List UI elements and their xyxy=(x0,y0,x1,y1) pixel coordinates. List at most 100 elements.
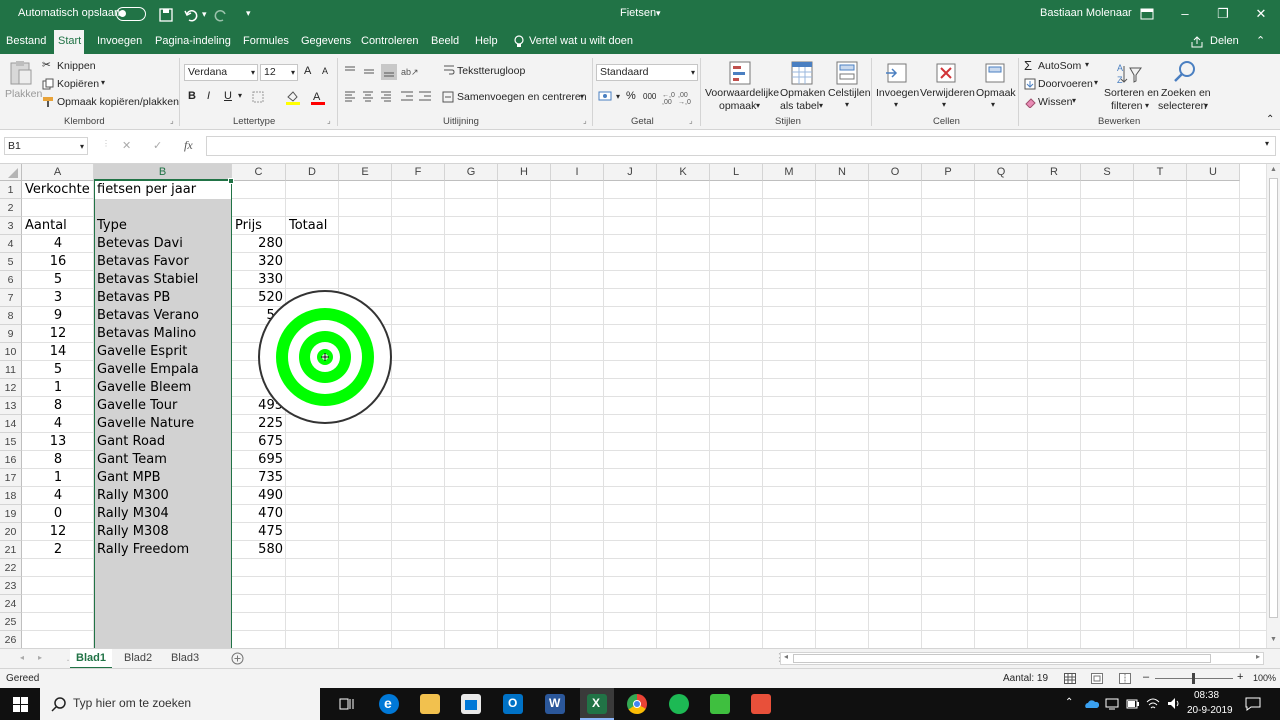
cell-b6[interactable]: Betavas Stabiel xyxy=(97,271,198,289)
wrap-text-icon[interactable] xyxy=(443,64,455,76)
worksheet-grid[interactable]: ABCDEFGHIJKLMNOPQRSTU 1 2 3 4 5 6 7 8 9 10 11 12 13 1… xyxy=(0,164,1266,648)
cell-c17[interactable]: 735 xyxy=(232,469,283,487)
autosave-toggle[interactable] xyxy=(116,7,146,21)
cell-b1[interactable]: fietsen per jaar xyxy=(97,181,196,199)
row-header-25[interactable]: 25 xyxy=(0,613,22,631)
row-header-20[interactable]: 20 xyxy=(0,523,22,541)
column-header-r[interactable]: R xyxy=(1028,164,1081,181)
accounting-dropdown-icon[interactable]: ▾ xyxy=(616,92,620,101)
conditional-formatting-icon[interactable] xyxy=(728,60,754,86)
column-header-n[interactable]: N xyxy=(816,164,869,181)
undo-dropdown-icon[interactable]: ▾ xyxy=(202,9,207,20)
title-caret-icon[interactable]: ▾ xyxy=(656,8,661,19)
sort-filter-button[interactable]: Sorteren en xyxy=(1104,87,1159,99)
ribbon-display-options-icon[interactable] xyxy=(1140,8,1154,20)
format-as-table-icon[interactable] xyxy=(790,60,816,86)
cell-b14[interactable]: Gavelle Nature xyxy=(97,415,194,433)
find-select-icon[interactable] xyxy=(1172,59,1198,85)
cut-button[interactable]: Knippen xyxy=(57,60,96,72)
cell-a3-header[interactable]: Aantal xyxy=(25,217,67,235)
tab-controleren[interactable]: Controleren xyxy=(357,30,422,54)
cell-b3-header[interactable]: Type xyxy=(97,217,127,235)
user-name[interactable]: Bastiaan Molenaar xyxy=(1040,7,1132,19)
cell-a6[interactable]: 5 xyxy=(22,271,94,289)
row-header-5[interactable]: 5 xyxy=(0,253,22,271)
cell-a15[interactable]: 13 xyxy=(22,433,94,451)
fill-color-icon[interactable] xyxy=(285,89,301,105)
cell-a18[interactable]: 4 xyxy=(22,487,94,505)
cell-a19[interactable]: 0 xyxy=(22,505,94,523)
column-header-t[interactable]: T xyxy=(1134,164,1187,181)
row-header-19[interactable]: 19 xyxy=(0,505,22,523)
row-header-14[interactable]: 14 xyxy=(0,415,22,433)
font-name-dropdown[interactable]: Verdana ▾ xyxy=(184,64,258,81)
row-header-21[interactable]: 21 xyxy=(0,541,22,559)
share-button[interactable]: Delen xyxy=(1206,30,1243,54)
tab-bestand[interactable]: Bestand xyxy=(2,30,50,54)
cell-b20[interactable]: Rally M308 xyxy=(97,523,169,541)
paste-label[interactable]: Plakken xyxy=(5,88,42,100)
wifi-icon[interactable] xyxy=(1146,697,1160,710)
horizontal-align-icons[interactable] xyxy=(343,90,433,104)
row-header-3[interactable]: 3 xyxy=(0,217,22,235)
clipboard-launcher-icon[interactable]: ⌟ xyxy=(170,116,174,125)
sort-dropdown-icon[interactable]: ▾ xyxy=(1145,101,1149,110)
select-all-corner[interactable] xyxy=(0,164,22,181)
column-header-g[interactable]: G xyxy=(445,164,498,181)
cell-b21[interactable]: Rally Freedom xyxy=(97,541,189,559)
tab-beeld[interactable]: Beeld xyxy=(427,30,463,54)
copy-icon[interactable] xyxy=(42,78,54,90)
cell-styles-dropdown-icon[interactable]: ▾ xyxy=(845,100,849,109)
row-header-9[interactable]: 9 xyxy=(0,325,22,343)
cell-a8[interactable]: 9 xyxy=(22,307,94,325)
chrome-icon[interactable] xyxy=(627,694,647,714)
page-layout-view-icon[interactable] xyxy=(1091,673,1103,684)
taskbar-date[interactable]: 20-9-2019 xyxy=(1187,705,1233,716)
outlook-icon[interactable]: O xyxy=(503,694,523,714)
format-as-table-button[interactable]: Opmaken xyxy=(780,87,826,99)
conditional-dropdown-icon[interactable]: ▾ xyxy=(756,101,760,110)
column-header-m[interactable]: M xyxy=(763,164,816,181)
vertical-scroll-thumb[interactable] xyxy=(1269,178,1278,618)
clear-icon[interactable] xyxy=(1024,96,1036,108)
copy-button[interactable]: Kopiëren xyxy=(57,78,99,90)
tell-me-search[interactable]: Vertel wat u wilt doen xyxy=(525,30,637,54)
cell-c15[interactable]: 675 xyxy=(232,433,283,451)
sheet-tab-blad2[interactable]: Blad2 xyxy=(118,649,158,669)
cell-b18[interactable]: Rally M300 xyxy=(97,487,169,505)
cell-b5[interactable]: Betavas Favor xyxy=(97,253,189,271)
decimal-buttons-icon[interactable]: ←,0,00,00→,0 xyxy=(661,89,693,105)
italic-button[interactable]: I xyxy=(207,90,210,102)
borders-icon[interactable] xyxy=(252,91,268,103)
row-header-26[interactable]: 26 xyxy=(0,631,22,648)
cell-b19[interactable]: Rally M304 xyxy=(97,505,169,523)
row-header-17[interactable]: 17 xyxy=(0,469,22,487)
camtasia-green-icon[interactable] xyxy=(710,694,730,714)
row-header-11[interactable]: 11 xyxy=(0,361,22,379)
row-header-4[interactable]: 4 xyxy=(0,235,22,253)
cell-b13[interactable]: Gavelle Tour xyxy=(97,397,177,415)
fill-button[interactable]: Doorvoeren xyxy=(1038,78,1093,90)
cell-a12[interactable]: 1 xyxy=(22,379,94,397)
cell-a14[interactable]: 4 xyxy=(22,415,94,433)
conditional-formatting-button[interactable]: Voorwaardelijke xyxy=(705,87,779,99)
cell-c20[interactable]: 475 xyxy=(232,523,283,541)
find-select-button[interactable]: Zoeken en xyxy=(1161,87,1211,99)
file-explorer-icon[interactable] xyxy=(420,694,440,714)
status-count[interactable]: Aantal: 19 xyxy=(1003,673,1048,684)
row-header-6[interactable]: 6 xyxy=(0,271,22,289)
excel-icon[interactable]: X xyxy=(587,694,607,714)
cell-a17[interactable]: 1 xyxy=(22,469,94,487)
cell-d3-header[interactable]: Totaal xyxy=(289,217,327,235)
insert-cells-button[interactable]: Invoegen xyxy=(876,87,919,99)
column-header-a[interactable]: A xyxy=(22,164,94,181)
expand-formula-icon[interactable]: ▾ xyxy=(1265,139,1269,148)
column-header-k[interactable]: K xyxy=(657,164,710,181)
copy-dropdown-icon[interactable]: ▾ xyxy=(101,78,105,87)
collapse-ribbon-icon[interactable]: ⌃ xyxy=(1252,30,1269,54)
sheet-tab-blad1[interactable]: Blad1 xyxy=(70,649,112,669)
row-header-8[interactable]: 8 xyxy=(0,307,22,325)
cell-a20[interactable]: 12 xyxy=(22,523,94,541)
row-header-2[interactable]: 2 xyxy=(0,199,22,217)
clear-button[interactable]: Wissen xyxy=(1038,96,1072,108)
